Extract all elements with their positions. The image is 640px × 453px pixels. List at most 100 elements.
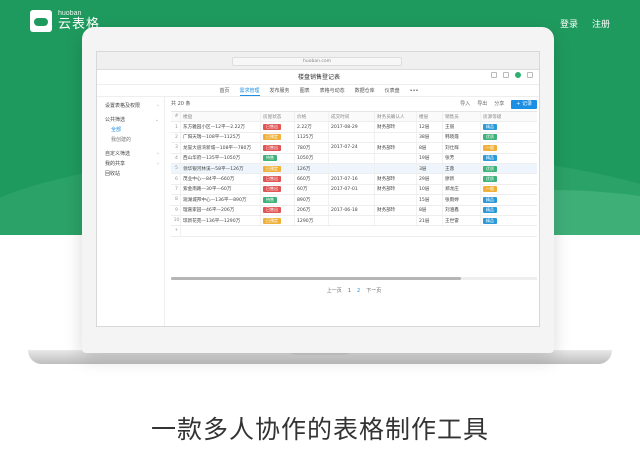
- col-header-confirm[interactable]: 财务员确认人: [375, 112, 417, 122]
- tab-warehouse[interactable]: 数据仓库: [355, 85, 375, 96]
- sidebar-item-custom-filter[interactable]: 自定义筛选 ›: [97, 149, 164, 159]
- cell-floor[interactable]: 8层: [417, 143, 443, 153]
- sidebar-item-public-filter[interactable]: 公共筛选 ⌄: [97, 115, 164, 125]
- cell-date[interactable]: 2017-06-18: [329, 205, 375, 215]
- cell-date[interactable]: 2017-07-24: [329, 143, 375, 153]
- table-row[interactable]: 5 领华银河林溪—58平—126万 已预定 126万 3层 王蓉 优质: [171, 163, 537, 175]
- cell-sales[interactable]: 张芳: [443, 153, 481, 163]
- cell-index[interactable]: 8: [171, 195, 181, 205]
- add-record-button[interactable]: + 记录: [511, 99, 537, 109]
- cell-price[interactable]: 890万: [295, 195, 329, 205]
- cell-date[interactable]: [329, 215, 375, 226]
- cell-index[interactable]: 6: [171, 174, 181, 184]
- cell-grade[interactable]: 优质: [481, 133, 537, 142]
- cell-property[interactable]: 观湖城邦中心—136平—890万: [181, 195, 261, 205]
- table-row[interactable]: 8 观湖城邦中心—136平—890万 待售 890万 15层 张雨婷 精品: [171, 195, 537, 206]
- cell-confirm[interactable]: [375, 215, 417, 226]
- cell-sales[interactable]: 韩晓霞: [443, 132, 481, 143]
- cell-property[interactable]: 东方雅园小区—12平—2.22万: [181, 122, 261, 132]
- cell-grade[interactable]: 精品: [481, 154, 537, 163]
- cell-index[interactable]: 1: [171, 122, 181, 132]
- table-row[interactable]: 6 茂业中心—84平—660万 已售出 660万 2017-07-16 财务部玲 29层 廖新…: [171, 174, 537, 185]
- cell-floor[interactable]: 10层: [417, 184, 443, 195]
- cell-property[interactable]: 紫金南路—30平—60万: [181, 184, 261, 195]
- sidebar-item-mine[interactable]: 我创建的: [97, 135, 164, 145]
- cell-date[interactable]: 2017-07-01: [329, 184, 375, 195]
- cell-confirm[interactable]: [375, 132, 417, 143]
- cell-confirm[interactable]: 财务部玲: [375, 122, 417, 132]
- cell-property[interactable]: 西山华府—135平—1050万: [181, 153, 261, 163]
- cell-date[interactable]: [329, 153, 375, 163]
- cell-floor[interactable]: 12层: [417, 122, 443, 132]
- cell-status[interactable]: 已售出: [261, 205, 295, 215]
- cell-confirm[interactable]: 财务部玲: [375, 184, 417, 195]
- share-button[interactable]: 分享: [494, 99, 504, 109]
- col-header-grade[interactable]: 房源等级: [481, 112, 537, 121]
- scrollbar-thumb[interactable]: [171, 277, 461, 280]
- cell-property[interactable]: 领华银河林溪—58平—126万: [181, 163, 261, 174]
- cell-price[interactable]: 780万: [295, 143, 329, 153]
- cell-floor[interactable]: 19层: [417, 153, 443, 163]
- table-row[interactable]: 10 琼新花苑—136平—1290万 已预定 1290万 21层 王世雷 精品: [171, 215, 537, 227]
- table-row[interactable]: 4 西山华府—135平—1050万 待售 1050万 19层 张芳 精品: [171, 153, 537, 164]
- cell-index[interactable]: 3: [171, 143, 181, 153]
- cell-price[interactable]: 126万: [295, 163, 329, 174]
- cell-status[interactable]: 待售: [261, 195, 295, 205]
- cell-date[interactable]: 2017-07-16: [329, 174, 375, 184]
- cell-grade[interactable]: 精品: [481, 195, 537, 204]
- tab-more[interactable]: •••: [410, 85, 419, 96]
- cell-property[interactable]: 茂业中心—84平—660万: [181, 174, 261, 184]
- cell-confirm[interactable]: [375, 195, 417, 205]
- cell-index[interactable]: 2: [171, 132, 181, 143]
- cell-confirm[interactable]: [375, 153, 417, 163]
- import-button[interactable]: 导入: [460, 99, 470, 109]
- cell-sales[interactable]: 王世雷: [443, 215, 481, 226]
- cell-date[interactable]: [329, 132, 375, 143]
- cell-property[interactable]: 龙誉大道湾新城—108平—780万: [181, 143, 261, 153]
- cell-index[interactable]: 7: [171, 184, 181, 195]
- avatar[interactable]: [515, 72, 521, 78]
- sidebar-item-recycle[interactable]: 回收站: [97, 169, 164, 179]
- table-row[interactable]: 1 东方雅园小区—12平—2.22万 已售出 2.22万 2017-08-29 财务部玲 1…: [171, 122, 537, 133]
- prev-page-button[interactable]: 上一页: [327, 286, 342, 296]
- cell-grade[interactable]: 优质: [481, 174, 537, 183]
- next-page-button[interactable]: 下一页: [366, 286, 381, 296]
- cell-index[interactable]: 10: [171, 215, 181, 226]
- cell-confirm[interactable]: 财务部玲: [375, 205, 417, 215]
- cell-floor[interactable]: 8层: [417, 205, 443, 215]
- cell-status[interactable]: 待售: [261, 153, 295, 163]
- cell-confirm[interactable]: 财务部玲: [375, 174, 417, 184]
- sidebar-item-all[interactable]: 全部: [97, 125, 164, 135]
- cell-confirm[interactable]: 财务部玲: [375, 143, 417, 153]
- cell-grade[interactable]: 一般: [481, 143, 537, 152]
- cell-sales[interactable]: 张雨婷: [443, 195, 481, 205]
- cell-index[interactable]: 9: [171, 205, 181, 215]
- add-row[interactable]: +: [171, 226, 537, 237]
- tab-demand[interactable]: 需求管理: [239, 85, 260, 96]
- bell-icon[interactable]: [527, 72, 533, 78]
- tab-charts[interactable]: 图表: [300, 85, 310, 96]
- cell-floor[interactable]: 3层: [417, 163, 443, 174]
- cell-price[interactable]: 1290万: [295, 215, 329, 226]
- table-row[interactable]: 7 紫金南路—30平—60万 已售出 60万 2017-07-01 财务部玲 10层 郑龙庄一…: [171, 184, 537, 196]
- export-button[interactable]: 导出: [477, 99, 487, 109]
- doc-icon[interactable]: [491, 72, 497, 78]
- cell-index[interactable]: 4: [171, 153, 181, 163]
- col-header-price[interactable]: 价格: [295, 112, 329, 122]
- cell-grade[interactable]: 精品: [481, 122, 537, 131]
- cell-floor[interactable]: 15层: [417, 195, 443, 205]
- cell-date[interactable]: [329, 163, 375, 174]
- cell-status[interactable]: 已售出: [261, 143, 295, 153]
- cell-property[interactable]: 琼新花苑—136平—1290万: [181, 215, 261, 226]
- col-header-property[interactable]: 楼盘: [181, 112, 261, 122]
- cell-sales[interactable]: 刘仕辉: [443, 143, 481, 153]
- cell-index[interactable]: 5: [171, 163, 181, 174]
- page-2-button[interactable]: 2: [357, 286, 360, 296]
- cell-status[interactable]: 已售出: [261, 184, 295, 195]
- cell-price[interactable]: 660万: [295, 174, 329, 184]
- cell-status[interactable]: 已预定: [261, 215, 295, 226]
- cell-sales[interactable]: 刘涵鑫: [443, 205, 481, 215]
- cell-price[interactable]: 1050万: [295, 153, 329, 163]
- cell-sales[interactable]: 王蓉: [443, 163, 481, 174]
- cell-sales[interactable]: 王丽: [443, 122, 481, 132]
